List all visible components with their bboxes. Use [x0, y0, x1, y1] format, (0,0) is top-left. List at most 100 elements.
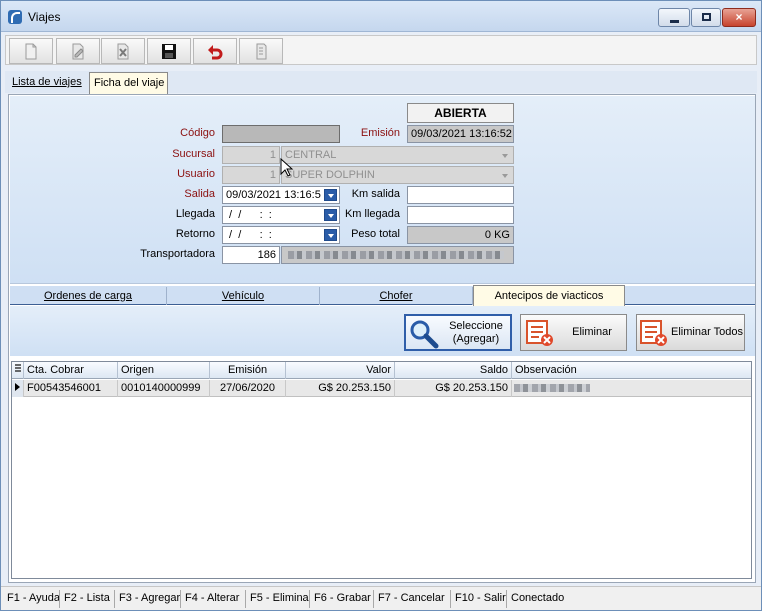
app-window: Viajes × Lista de viajes Ficha del viaje…	[0, 0, 762, 611]
transportadora-code-field[interactable]: 186	[222, 246, 280, 264]
delete-button[interactable]	[101, 38, 145, 64]
subtab-label: Chofer	[379, 290, 413, 302]
cell-origen[interactable]: 0010140000999	[118, 380, 210, 397]
seleccione-line2: (Agregar)	[452, 332, 500, 345]
status-f4: F4 - Alterar	[181, 590, 246, 608]
llegada-label: Llegada	[175, 208, 215, 220]
delete-all-icon	[640, 320, 667, 346]
status-f7: F7 - Cancelar	[374, 590, 451, 608]
km-salida-label: Km salida	[351, 188, 400, 200]
trip-form: ABIERTA Código Emisión 09/03/2021 13:16:…	[10, 96, 755, 284]
transportadora-label: Transportadora	[140, 248, 215, 260]
km-salida-field[interactable]	[407, 186, 514, 204]
seleccione-label: Seleccione (Agregar)	[449, 320, 503, 346]
seleccione-line1: Seleccione	[449, 319, 503, 332]
window-title: Viajes	[28, 10, 61, 24]
close-button[interactable]: ×	[722, 8, 756, 27]
new-button[interactable]	[9, 38, 53, 64]
tab-ficha-viaje[interactable]: Ficha del viaje	[89, 72, 168, 94]
column-header-valor[interactable]: Valor	[286, 362, 395, 379]
edit-button[interactable]	[56, 38, 100, 64]
status-bar: F1 - Ayuda F2 - Lista F3 - Agregar F4 - …	[1, 586, 761, 610]
tab-lista-viajes[interactable]: Lista de viajes	[5, 72, 88, 93]
status-f3: F3 - Agregar	[115, 590, 181, 608]
subtab-antecipos-viacticos[interactable]: Antecipos de viacticos	[473, 285, 625, 306]
column-header-saldo[interactable]: Saldo	[395, 362, 512, 379]
transportadora-name-field	[281, 246, 514, 264]
retorno-label: Retorno	[175, 228, 215, 240]
status-f10: F10 - Salir	[451, 590, 507, 608]
emision-field: 09/03/2021 13:16:52	[407, 125, 514, 143]
km-llegada-field[interactable]	[407, 206, 514, 224]
edit-document-icon	[72, 43, 84, 60]
eliminar-button[interactable]: Eliminar	[520, 314, 627, 351]
peso-total-label: Peso total	[351, 228, 400, 240]
grid-header: Cta. Cobrar Origen Emisión Valor Saldo O…	[12, 362, 751, 379]
tab-lista-label: Lista de viajes	[12, 76, 82, 88]
print-button[interactable]	[239, 38, 283, 64]
minimize-icon	[670, 20, 679, 23]
print-icon	[256, 43, 267, 60]
salida-label: Salida	[184, 188, 215, 200]
title-bar: Viajes ×	[1, 1, 761, 32]
app-icon	[8, 10, 22, 24]
column-header-emision[interactable]: Emisión	[210, 362, 286, 379]
minimize-button[interactable]	[658, 8, 690, 27]
column-chooser-icon[interactable]	[12, 362, 24, 379]
subtab-vehiculo[interactable]: Vehículo	[167, 287, 320, 305]
status-f6: F6 - Grabar	[310, 590, 374, 608]
sucursal-code-field[interactable]: 1	[222, 146, 280, 164]
undo-button[interactable]	[193, 38, 237, 64]
subtab-label: Vehículo	[221, 290, 265, 302]
codigo-label: Código	[180, 127, 215, 139]
usuario-code-field[interactable]: 1	[222, 166, 280, 184]
chevron-down-icon	[498, 169, 511, 181]
undo-icon	[208, 45, 223, 60]
status-f2: F2 - Lista	[60, 590, 115, 608]
usuario-label: Usuario	[177, 168, 215, 180]
row-indicator-icon	[12, 380, 24, 397]
status-f1: F1 - Ayuda	[3, 590, 60, 608]
eliminar-label: Eliminar	[572, 326, 612, 338]
column-header-origen[interactable]: Origen	[118, 362, 210, 379]
delete-icon	[117, 43, 129, 60]
redacted-text	[288, 251, 504, 259]
usuario-select[interactable]: SUPER DOLPHIN	[281, 166, 514, 184]
usuario-name: SUPER DOLPHIN	[285, 169, 375, 181]
chevron-down-icon	[498, 149, 511, 161]
peso-total-field: 0 KG	[407, 226, 514, 244]
toolbar	[5, 35, 757, 65]
column-header-observacion[interactable]: Observación	[512, 362, 751, 379]
sucursal-label: Sucursal	[172, 148, 215, 160]
cell-valor[interactable]: G$ 20.253.150	[286, 380, 395, 397]
subtab-label: Ordenes de carga	[43, 290, 133, 302]
eliminar-todos-button[interactable]: Eliminar Todos	[636, 314, 745, 351]
cell-emision[interactable]: 27/06/2020	[210, 380, 286, 397]
magnifier-icon	[410, 320, 439, 349]
llegada-value: / / : :	[226, 209, 272, 221]
maximize-button[interactable]	[691, 8, 721, 27]
mouse-cursor-icon	[280, 158, 294, 177]
save-icon	[162, 44, 176, 59]
cell-observacion[interactable]	[512, 380, 751, 397]
subtab-chofer[interactable]: Chofer	[320, 287, 473, 305]
retorno-value: / / : :	[226, 229, 272, 241]
ficha-panel: ABIERTA Código Emisión 09/03/2021 13:16:…	[8, 94, 756, 583]
cell-cta[interactable]: F00543546001	[24, 380, 118, 397]
close-icon: ×	[735, 10, 743, 24]
new-document-icon	[25, 43, 37, 60]
redacted-text	[514, 384, 590, 392]
cell-saldo[interactable]: G$ 20.253.150	[395, 380, 512, 397]
save-button[interactable]	[147, 38, 191, 64]
table-row[interactable]: F00543546001 0010140000999 27/06/2020 G$…	[12, 380, 751, 397]
status-f5: F5 - Eliminar	[246, 590, 310, 608]
column-header-cta[interactable]: Cta. Cobrar	[24, 362, 118, 379]
subtab-ordenes-carga[interactable]: Ordenes de carga	[10, 287, 167, 305]
emision-label: Emisión	[360, 127, 400, 139]
connection-status: Conectado	[511, 592, 565, 604]
maximize-icon	[702, 13, 711, 21]
eliminar-todos-label: Eliminar Todos	[671, 326, 743, 338]
anticipos-grid: Cta. Cobrar Origen Emisión Valor Saldo O…	[11, 361, 752, 579]
seleccione-agregar-button[interactable]: Seleccione (Agregar)	[404, 314, 512, 351]
sucursal-select[interactable]: CENTRAL	[281, 146, 514, 164]
